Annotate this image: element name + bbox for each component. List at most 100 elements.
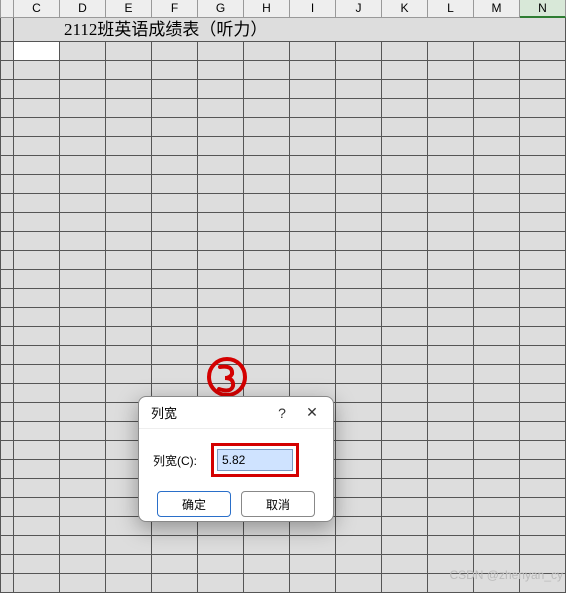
cell[interactable] bbox=[244, 61, 290, 80]
cell[interactable] bbox=[382, 460, 428, 479]
column-width-input[interactable] bbox=[217, 449, 293, 471]
cell[interactable] bbox=[60, 517, 106, 536]
cell[interactable] bbox=[382, 479, 428, 498]
col-header-l[interactable]: L bbox=[428, 0, 474, 18]
cell[interactable] bbox=[60, 251, 106, 270]
cell[interactable] bbox=[474, 232, 520, 251]
cell[interactable] bbox=[474, 213, 520, 232]
cell[interactable] bbox=[60, 346, 106, 365]
cell[interactable] bbox=[428, 175, 474, 194]
cell[interactable] bbox=[474, 137, 520, 156]
cell[interactable] bbox=[290, 175, 336, 194]
cell[interactable] bbox=[152, 42, 198, 61]
col-header-c[interactable]: C bbox=[14, 0, 60, 18]
cell[interactable] bbox=[290, 289, 336, 308]
cell[interactable] bbox=[520, 536, 566, 555]
cell[interactable] bbox=[244, 536, 290, 555]
cell[interactable] bbox=[244, 555, 290, 574]
cell[interactable] bbox=[152, 61, 198, 80]
cell[interactable] bbox=[152, 289, 198, 308]
cell[interactable] bbox=[106, 80, 152, 99]
col-header-stub[interactable] bbox=[0, 0, 14, 18]
ok-button[interactable]: 确定 bbox=[157, 491, 231, 517]
cell[interactable] bbox=[382, 365, 428, 384]
cell[interactable] bbox=[428, 346, 474, 365]
cell[interactable] bbox=[60, 137, 106, 156]
cell[interactable] bbox=[198, 80, 244, 99]
cell[interactable] bbox=[14, 99, 60, 118]
cell[interactable] bbox=[14, 118, 60, 137]
cell[interactable] bbox=[428, 213, 474, 232]
cell[interactable] bbox=[520, 118, 566, 137]
cell[interactable] bbox=[474, 403, 520, 422]
cell[interactable] bbox=[60, 42, 106, 61]
cell[interactable] bbox=[336, 308, 382, 327]
cell[interactable] bbox=[198, 536, 244, 555]
cell[interactable] bbox=[198, 270, 244, 289]
cell[interactable] bbox=[474, 517, 520, 536]
cell[interactable] bbox=[198, 118, 244, 137]
cell[interactable] bbox=[336, 327, 382, 346]
cell[interactable] bbox=[198, 175, 244, 194]
cell[interactable] bbox=[520, 517, 566, 536]
cell[interactable] bbox=[290, 137, 336, 156]
cell[interactable] bbox=[336, 441, 382, 460]
cell[interactable] bbox=[106, 213, 152, 232]
cell[interactable] bbox=[60, 61, 106, 80]
cell[interactable] bbox=[428, 61, 474, 80]
cell[interactable] bbox=[428, 308, 474, 327]
cell[interactable] bbox=[60, 289, 106, 308]
cell[interactable] bbox=[428, 479, 474, 498]
cell[interactable] bbox=[336, 99, 382, 118]
cell[interactable] bbox=[382, 555, 428, 574]
cell[interactable] bbox=[520, 270, 566, 289]
cell[interactable] bbox=[336, 574, 382, 593]
cell[interactable] bbox=[106, 251, 152, 270]
cell[interactable] bbox=[290, 232, 336, 251]
cell[interactable] bbox=[428, 498, 474, 517]
cell[interactable] bbox=[60, 213, 106, 232]
cell[interactable] bbox=[152, 213, 198, 232]
cell[interactable] bbox=[14, 498, 60, 517]
cell[interactable] bbox=[14, 251, 60, 270]
dialog-titlebar[interactable]: 列宽 ? ✕ bbox=[139, 397, 333, 429]
cell[interactable] bbox=[244, 156, 290, 175]
cell[interactable] bbox=[382, 137, 428, 156]
cell[interactable] bbox=[336, 536, 382, 555]
cell[interactable] bbox=[520, 42, 566, 61]
cell[interactable] bbox=[198, 251, 244, 270]
cell[interactable] bbox=[244, 574, 290, 593]
cell[interactable] bbox=[14, 156, 60, 175]
cell[interactable] bbox=[474, 251, 520, 270]
cell[interactable] bbox=[60, 232, 106, 251]
cell[interactable] bbox=[198, 61, 244, 80]
cell[interactable] bbox=[336, 213, 382, 232]
cell[interactable] bbox=[474, 384, 520, 403]
cell[interactable] bbox=[474, 270, 520, 289]
cell[interactable] bbox=[152, 251, 198, 270]
cell[interactable] bbox=[336, 251, 382, 270]
cell[interactable] bbox=[106, 175, 152, 194]
cell[interactable] bbox=[290, 61, 336, 80]
cell[interactable] bbox=[474, 327, 520, 346]
cell[interactable] bbox=[106, 365, 152, 384]
cell[interactable] bbox=[520, 384, 566, 403]
cell[interactable] bbox=[106, 289, 152, 308]
cell[interactable] bbox=[520, 194, 566, 213]
cell[interactable] bbox=[14, 536, 60, 555]
cell[interactable] bbox=[60, 327, 106, 346]
cell[interactable] bbox=[290, 346, 336, 365]
cell[interactable] bbox=[474, 61, 520, 80]
cell[interactable] bbox=[152, 118, 198, 137]
col-header-k[interactable]: K bbox=[382, 0, 428, 18]
cell[interactable] bbox=[14, 232, 60, 251]
cell[interactable] bbox=[336, 555, 382, 574]
cell[interactable] bbox=[244, 270, 290, 289]
col-header-i[interactable]: I bbox=[290, 0, 336, 18]
cell[interactable] bbox=[290, 365, 336, 384]
cell[interactable] bbox=[336, 175, 382, 194]
cell[interactable] bbox=[14, 384, 60, 403]
col-header-m[interactable]: M bbox=[474, 0, 520, 18]
cell[interactable] bbox=[14, 194, 60, 213]
cell[interactable] bbox=[428, 118, 474, 137]
